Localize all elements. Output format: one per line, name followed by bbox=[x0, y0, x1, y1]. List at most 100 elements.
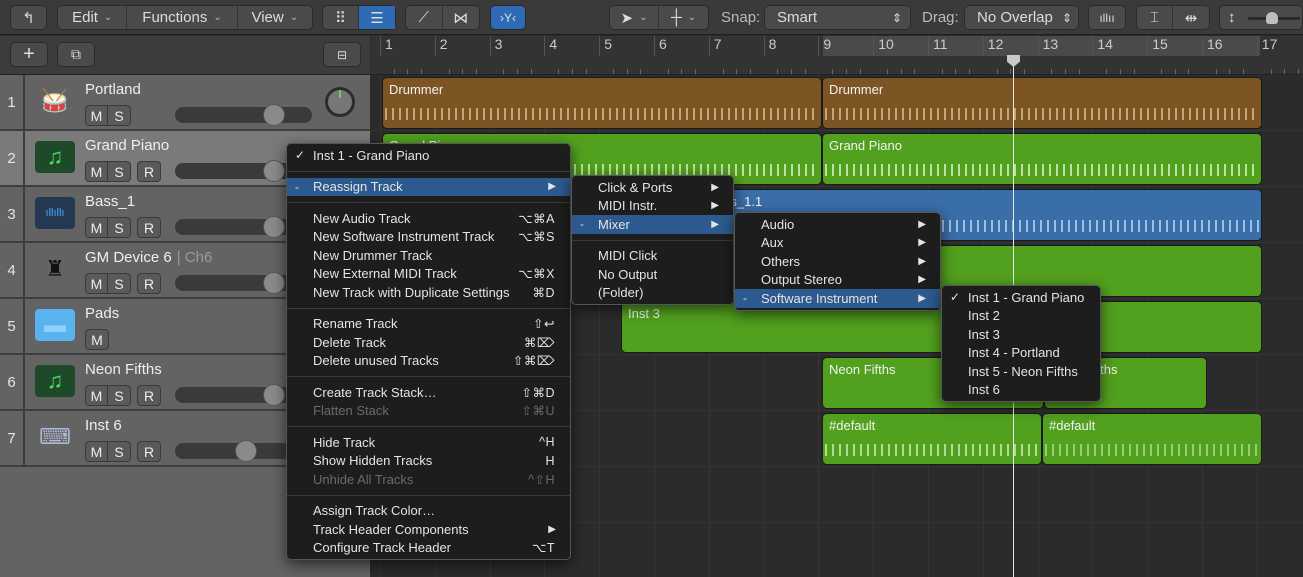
menu-item[interactable]: Output Stereo ▶ bbox=[735, 271, 940, 290]
record-enable-button[interactable]: R bbox=[138, 218, 160, 237]
menu-item[interactable]: Create Track Stack… ⇧⌘D bbox=[287, 383, 570, 402]
back-button[interactable]: ↰ bbox=[10, 5, 47, 30]
add-track-button[interactable]: + bbox=[10, 42, 48, 67]
menu-item[interactable]: Inst 6 bbox=[942, 381, 1100, 400]
functions-menu[interactable]: Functions ⌄ bbox=[127, 6, 238, 29]
menu-item[interactable]: Inst 4 - Portland bbox=[942, 344, 1100, 363]
volume-slider-thumb[interactable] bbox=[262, 104, 285, 126]
catch-playhead-button[interactable]: ›Y‹ bbox=[490, 5, 526, 30]
mute-button[interactable]: M bbox=[86, 218, 108, 237]
vertical-fit-button[interactable]: ⌶ bbox=[1137, 6, 1174, 29]
menu-item[interactable]: Inst 3 bbox=[942, 325, 1100, 344]
menu-item-shortcut: ⇧⌘U bbox=[521, 404, 555, 419]
global-tracks-button[interactable]: ⊟ bbox=[323, 42, 361, 67]
automation-button[interactable]: ⟋ bbox=[406, 6, 443, 29]
menu-item[interactable]: New Software Instrument Track ⌥⌘S bbox=[287, 228, 570, 247]
record-enable-button[interactable]: R bbox=[138, 386, 160, 405]
solo-button[interactable]: S bbox=[108, 218, 130, 237]
track-name[interactable]: GM Device 6 | Ch6 bbox=[85, 249, 212, 266]
menu-item[interactable]: ✓ Inst 1 - Grand Piano bbox=[942, 288, 1100, 307]
solo-button[interactable]: S bbox=[108, 274, 130, 293]
mute-button[interactable]: M bbox=[86, 106, 108, 125]
solo-button[interactable]: S bbox=[108, 162, 130, 181]
menu-item-current-instrument[interactable]: ✓ Inst 1 - Grand Piano bbox=[287, 146, 570, 165]
menu-item[interactable]: (Folder) bbox=[572, 284, 733, 303]
record-enable-button[interactable]: R bbox=[138, 162, 160, 181]
track-name[interactable]: Portland bbox=[85, 81, 141, 98]
track-header[interactable]: 1 🥁 Portland M S bbox=[0, 75, 370, 131]
menu-item[interactable]: Configure Track Header ⌥T bbox=[287, 539, 570, 558]
waveform-zoom-button[interactable]: ıllıı bbox=[1088, 5, 1126, 30]
record-enable-button[interactable]: R bbox=[138, 274, 160, 293]
solo-button[interactable]: S bbox=[108, 106, 130, 125]
menu-item[interactable]: Show Hidden Tracks H bbox=[287, 452, 570, 471]
grid-view-button[interactable]: ⠿ bbox=[323, 6, 360, 29]
menu-item[interactable]: Inst 5 - Neon Fifths bbox=[942, 362, 1100, 381]
mute-button[interactable]: M bbox=[86, 162, 108, 181]
record-enable-button[interactable]: R bbox=[138, 442, 160, 461]
region[interactable]: #default bbox=[1042, 413, 1262, 465]
track-name[interactable]: Pads bbox=[85, 305, 119, 322]
volume-slider-thumb[interactable] bbox=[235, 440, 258, 462]
solo-button[interactable]: S bbox=[108, 386, 130, 405]
zoom-slider-thumb[interactable] bbox=[1266, 12, 1278, 24]
menu-item[interactable]: Assign Track Color… bbox=[287, 502, 570, 521]
volume-slider-thumb[interactable] bbox=[262, 384, 285, 406]
menu-item[interactable]: - Mixer ▶ bbox=[572, 215, 733, 234]
edit-menu[interactable]: Edit ⌄ bbox=[58, 6, 128, 29]
region[interactable]: Grand Piano bbox=[822, 133, 1262, 185]
mute-button[interactable]: M bbox=[86, 442, 108, 461]
music-note-icon: ♫ bbox=[35, 365, 75, 397]
drag-select[interactable]: No Overlap ⇕ bbox=[964, 5, 1079, 30]
region[interactable]: Drummer bbox=[382, 77, 822, 129]
flex-button[interactable]: ⋈ bbox=[443, 6, 480, 29]
track-name[interactable]: Bass_1 bbox=[85, 193, 135, 210]
menu-item[interactable]: Delete unused Tracks ⇧⌘⌦ bbox=[287, 352, 570, 371]
checkmark-icon: ✓ bbox=[295, 148, 306, 163]
menu-item[interactable]: MIDI Click bbox=[572, 247, 733, 266]
menu-item[interactable]: Click & Ports ▶ bbox=[572, 178, 733, 197]
menu-item[interactable]: - Software Instrument ▶ bbox=[735, 289, 940, 308]
menu-item[interactable]: New Audio Track ⌥⌘A bbox=[287, 209, 570, 228]
pointer-tool-menu[interactable]: ➤ ⌄ bbox=[610, 6, 660, 29]
track-name[interactable]: Grand Piano bbox=[85, 137, 169, 154]
menu-item[interactable]: Others ▶ bbox=[735, 252, 940, 271]
menu-item[interactable]: New Track with Duplicate Settings ⌘D bbox=[287, 283, 570, 302]
menu-item-reassign-track[interactable]: - Reassign Track ▶ bbox=[287, 177, 570, 196]
menu-item[interactable]: New External MIDI Track ⌥⌘X bbox=[287, 265, 570, 284]
menu-item[interactable]: Aux ▶ bbox=[735, 234, 940, 253]
volume-slider-thumb[interactable] bbox=[262, 160, 285, 182]
menu-item[interactable]: New Drummer Track bbox=[287, 246, 570, 265]
zoom-slider[interactable] bbox=[1248, 12, 1300, 24]
solo-button[interactable]: S bbox=[108, 442, 130, 461]
snap-select[interactable]: Smart ⇕ bbox=[764, 5, 911, 30]
list-view-button[interactable]: ☰ bbox=[359, 6, 395, 29]
volume-slider[interactable] bbox=[175, 104, 312, 126]
bar-ruler[interactable]: 1 2 3 4 5 6 7 8 9 10 11 12 13 14 15 16 17 bbox=[371, 36, 1303, 75]
menu-item[interactable]: Inst 2 bbox=[942, 307, 1100, 326]
track-name[interactable]: Neon Fifths bbox=[85, 361, 162, 378]
menu-item[interactable]: MIDI Instr. ▶ bbox=[572, 197, 733, 216]
menu-item[interactable]: No Output bbox=[572, 265, 733, 284]
pan-knob[interactable] bbox=[325, 87, 355, 117]
volume-slider-thumb[interactable] bbox=[262, 216, 285, 238]
menu-item[interactable]: Audio ▶ bbox=[735, 215, 940, 234]
menu-item[interactable]: Hide Track ^H bbox=[287, 433, 570, 452]
mute-button[interactable]: M bbox=[86, 274, 108, 293]
track-name[interactable]: Inst 6 bbox=[85, 417, 122, 434]
view-menu[interactable]: View ⌄ bbox=[238, 6, 312, 29]
horizontal-fit-button[interactable]: ⇹ bbox=[1173, 6, 1209, 29]
region[interactable]: #default bbox=[822, 413, 1042, 465]
plus-icon: + bbox=[23, 43, 35, 65]
submenu-arrow-icon: ▶ bbox=[711, 218, 719, 230]
record-group: R bbox=[137, 217, 161, 238]
region[interactable]: Drummer bbox=[822, 77, 1262, 129]
menu-item[interactable]: Delete Track ⌘⌦ bbox=[287, 333, 570, 352]
mute-button[interactable]: M bbox=[86, 330, 108, 349]
menu-item[interactable]: Rename Track ⇧↩ bbox=[287, 315, 570, 334]
volume-slider-thumb[interactable] bbox=[262, 272, 285, 294]
menu-item[interactable]: Track Header Components ▶ bbox=[287, 520, 570, 539]
secondary-tool-menu[interactable]: ┼ ⌄ bbox=[659, 6, 708, 29]
mute-button[interactable]: M bbox=[86, 386, 108, 405]
duplicate-track-button[interactable]: ⧉ bbox=[57, 42, 95, 67]
